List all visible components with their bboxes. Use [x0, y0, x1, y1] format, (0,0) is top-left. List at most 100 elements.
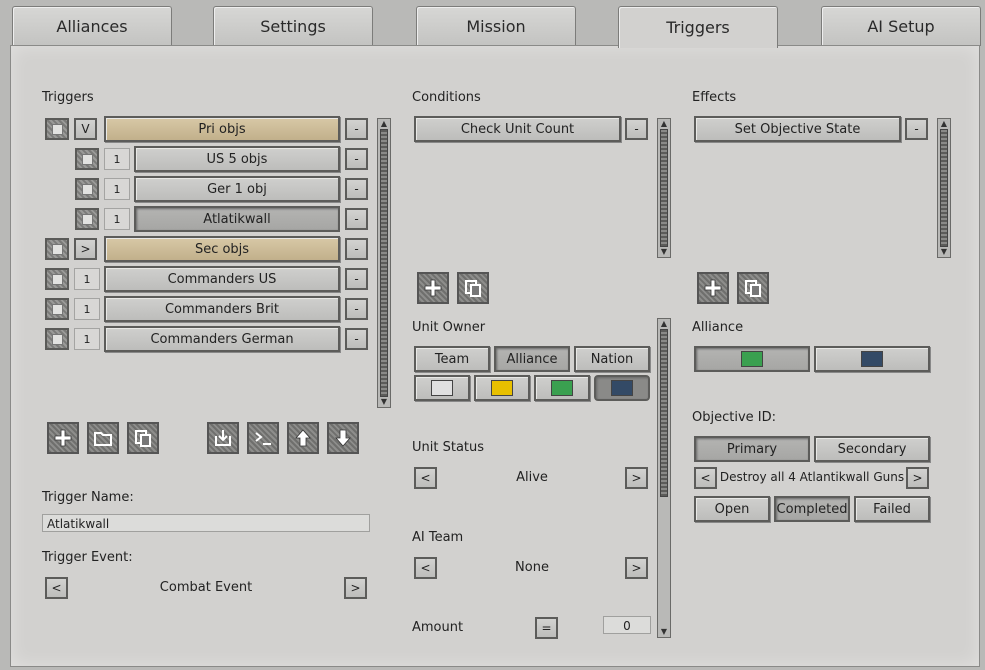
scroll-down-icon[interactable]: ▼	[378, 397, 390, 407]
trigger-event-next-button[interactable]: >	[344, 577, 367, 599]
trigger-checkbox[interactable]	[45, 268, 69, 290]
team-color-button[interactable]	[474, 375, 530, 401]
effect-item[interactable]: Set Objective State	[694, 116, 901, 142]
trigger-remove-button[interactable]: -	[345, 238, 368, 260]
trigger-remove-button[interactable]: -	[345, 178, 368, 200]
checkbox-box	[81, 183, 93, 195]
state-open-button[interactable]: Open	[694, 496, 770, 522]
add-icon[interactable]	[47, 422, 79, 454]
trigger-toggle[interactable]: V	[74, 118, 97, 140]
trigger-checkbox[interactable]	[75, 208, 99, 230]
tab-triggers[interactable]: Triggers	[618, 6, 778, 48]
amount-field[interactable]: 0	[603, 616, 651, 634]
folder-icon[interactable]	[87, 422, 119, 454]
scroll-thumb[interactable]	[940, 129, 948, 247]
owner-nation-button[interactable]: Nation	[574, 346, 650, 372]
conditions-scrollbar[interactable]: ▲ ▼	[657, 118, 671, 258]
trigger-toggle[interactable]: 1	[104, 178, 130, 200]
condition-remove-button[interactable]: -	[625, 118, 648, 140]
unit-status-next-button[interactable]: >	[625, 467, 648, 489]
scroll-down-icon[interactable]: ▼	[938, 247, 950, 257]
unit-status-prev-button[interactable]: <	[414, 467, 437, 489]
console-icon[interactable]	[247, 422, 279, 454]
tab-alliances[interactable]: Alliances	[12, 6, 172, 46]
conditions-label: Conditions	[412, 90, 481, 105]
unit-owner-label: Unit Owner	[412, 320, 486, 335]
trigger-name-field[interactable]: Atlatikwall	[42, 514, 370, 532]
move-up-icon[interactable]	[287, 422, 319, 454]
scroll-up-icon[interactable]: ▲	[938, 119, 950, 129]
alliance-blue-swatch	[861, 351, 883, 367]
trigger-row-button[interactable]: Atlatikwall	[134, 206, 340, 232]
alliance-green-button[interactable]	[694, 346, 810, 372]
copy-effect-icon[interactable]	[737, 272, 769, 304]
owner-alliance-button[interactable]: Alliance	[494, 346, 570, 372]
scroll-up-icon[interactable]: ▲	[378, 119, 390, 129]
trigger-toggle[interactable]: 1	[74, 328, 100, 350]
team-color-button[interactable]	[594, 375, 650, 401]
move-down-icon[interactable]	[327, 422, 359, 454]
scroll-down-icon[interactable]: ▼	[658, 627, 670, 637]
checkbox-box	[51, 243, 63, 255]
condition-item[interactable]: Check Unit Count	[414, 116, 621, 142]
scroll-up-icon[interactable]: ▲	[658, 319, 670, 329]
trigger-toggle[interactable]: 1	[74, 298, 100, 320]
trigger-remove-button[interactable]: -	[345, 148, 368, 170]
import-icon[interactable]	[207, 422, 239, 454]
trigger-row-button[interactable]: Ger 1 obj	[134, 176, 340, 202]
objective-prev-button[interactable]: <	[694, 467, 717, 489]
add-effect-icon[interactable]	[697, 272, 729, 304]
trigger-remove-button[interactable]: -	[345, 298, 368, 320]
amount-operator-button[interactable]: =	[535, 617, 558, 639]
objective-primary-button[interactable]: Primary	[694, 436, 810, 462]
trigger-checkbox[interactable]	[45, 118, 69, 140]
trigger-toggle[interactable]: >	[74, 238, 97, 260]
trigger-remove-button[interactable]: -	[345, 268, 368, 290]
trigger-checkbox[interactable]	[45, 298, 69, 320]
triggers-label: Triggers	[42, 90, 94, 105]
copy-icon[interactable]	[127, 422, 159, 454]
ai-team-next-button[interactable]: >	[625, 557, 648, 579]
trigger-toggle[interactable]: 1	[104, 208, 130, 230]
add-condition-icon[interactable]	[417, 272, 449, 304]
tab-ai-setup[interactable]: AI Setup	[821, 6, 981, 46]
scroll-up-icon[interactable]: ▲	[658, 119, 670, 129]
scroll-down-icon[interactable]: ▼	[658, 247, 670, 257]
effect-remove-button[interactable]: -	[905, 118, 928, 140]
ai-team-prev-button[interactable]: <	[414, 557, 437, 579]
trigger-checkbox[interactable]	[45, 328, 69, 350]
trigger-row-button[interactable]: US 5 objs	[134, 146, 340, 172]
condition-params-scrollbar[interactable]: ▲ ▼	[657, 318, 671, 638]
trigger-row-button[interactable]: Commanders Brit	[104, 296, 340, 322]
owner-team-button[interactable]: Team	[414, 346, 490, 372]
trigger-checkbox[interactable]	[45, 238, 69, 260]
trigger-row-button[interactable]: Pri objs	[104, 116, 340, 142]
trigger-toggle[interactable]: 1	[74, 268, 100, 290]
tab-settings[interactable]: Settings	[213, 6, 373, 46]
trigger-remove-button[interactable]: -	[345, 208, 368, 230]
state-failed-button[interactable]: Failed	[854, 496, 930, 522]
state-completed-button[interactable]: Completed	[774, 496, 850, 522]
unit-status-label: Unit Status	[412, 440, 485, 455]
triggers-scrollbar[interactable]: ▲ ▼	[377, 118, 391, 408]
team-color-button[interactable]	[414, 375, 470, 401]
trigger-event-prev-button[interactable]: <	[45, 577, 68, 599]
scroll-thumb[interactable]	[660, 329, 668, 497]
trigger-checkbox[interactable]	[75, 178, 99, 200]
trigger-row-button[interactable]: Sec objs	[104, 236, 340, 262]
trigger-checkbox[interactable]	[75, 148, 99, 170]
trigger-row-button[interactable]: Commanders US	[104, 266, 340, 292]
scroll-thumb[interactable]	[660, 129, 668, 247]
scroll-thumb[interactable]	[380, 129, 388, 397]
copy-condition-icon[interactable]	[457, 272, 489, 304]
alliance-blue-button[interactable]	[814, 346, 930, 372]
tab-mission[interactable]: Mission	[416, 6, 576, 46]
objective-secondary-button[interactable]: Secondary	[814, 436, 930, 462]
trigger-toggle[interactable]: 1	[104, 148, 130, 170]
team-color-button[interactable]	[534, 375, 590, 401]
objective-next-button[interactable]: >	[906, 467, 929, 489]
trigger-remove-button[interactable]: -	[345, 118, 368, 140]
effects-scrollbar[interactable]: ▲ ▼	[937, 118, 951, 258]
trigger-row-button[interactable]: Commanders German	[104, 326, 340, 352]
trigger-remove-button[interactable]: -	[345, 328, 368, 350]
